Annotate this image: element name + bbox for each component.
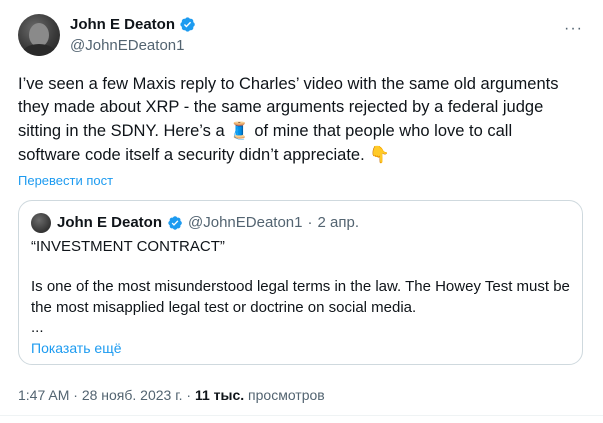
meta-separator: · bbox=[182, 387, 195, 403]
avatar-body bbox=[22, 44, 56, 56]
show-more-link[interactable]: Показать ещё bbox=[31, 340, 122, 356]
quoted-verified-badge-icon bbox=[168, 215, 182, 230]
quoted-tweet-card[interactable]: John E Deaton @JohnEDeaton1 · 2 апр. “IN… bbox=[18, 200, 583, 365]
quoted-body-text: Is one of the most misunderstood legal t… bbox=[31, 278, 570, 316]
author-name-row: John E Deaton bbox=[70, 16, 196, 33]
quoted-ellipsis: ... bbox=[31, 319, 44, 336]
tweet-date[interactable]: 28 нояб. 2023 г. bbox=[82, 387, 183, 403]
verified-badge-icon bbox=[180, 17, 195, 32]
quoted-date: 2 апр. bbox=[317, 214, 359, 231]
quoted-author-avatar bbox=[31, 213, 51, 233]
meta-separator: · bbox=[69, 387, 82, 403]
views-count: 11 тыс. bbox=[194, 387, 245, 403]
bottom-divider bbox=[0, 415, 603, 416]
pointing-down-emoji-icon: 👇 bbox=[369, 145, 390, 164]
author-name[interactable]: John E Deaton bbox=[70, 16, 175, 33]
tweet-time[interactable]: 1:47 AM bbox=[18, 387, 69, 403]
quoted-author-name: John E Deaton bbox=[57, 214, 163, 231]
quoted-tweet-header: John E Deaton @JohnEDeaton1 · 2 апр. bbox=[57, 214, 359, 231]
author-avatar[interactable] bbox=[18, 14, 60, 56]
author-handle[interactable]: @JohnEDeaton1 bbox=[70, 37, 184, 54]
quoted-author-handle: @JohnEDeaton1 bbox=[188, 214, 303, 231]
translate-post-link[interactable]: Перевести пост bbox=[18, 173, 113, 188]
quoted-first-line: “INVESTMENT CONTRACT” bbox=[31, 238, 225, 255]
tweet-text: I’ve seen a few Maxis reply to Charles’ … bbox=[18, 73, 578, 167]
more-options-icon[interactable]: ··· bbox=[564, 20, 583, 38]
tweet-meta: 1:47 AM · 28 нояб. 2023 г. · 11 тыс. про… bbox=[18, 387, 325, 403]
views-label: просмотров bbox=[244, 387, 325, 403]
thread-emoji-icon: 🧵 bbox=[229, 121, 250, 140]
quoted-separator: · bbox=[307, 214, 313, 231]
